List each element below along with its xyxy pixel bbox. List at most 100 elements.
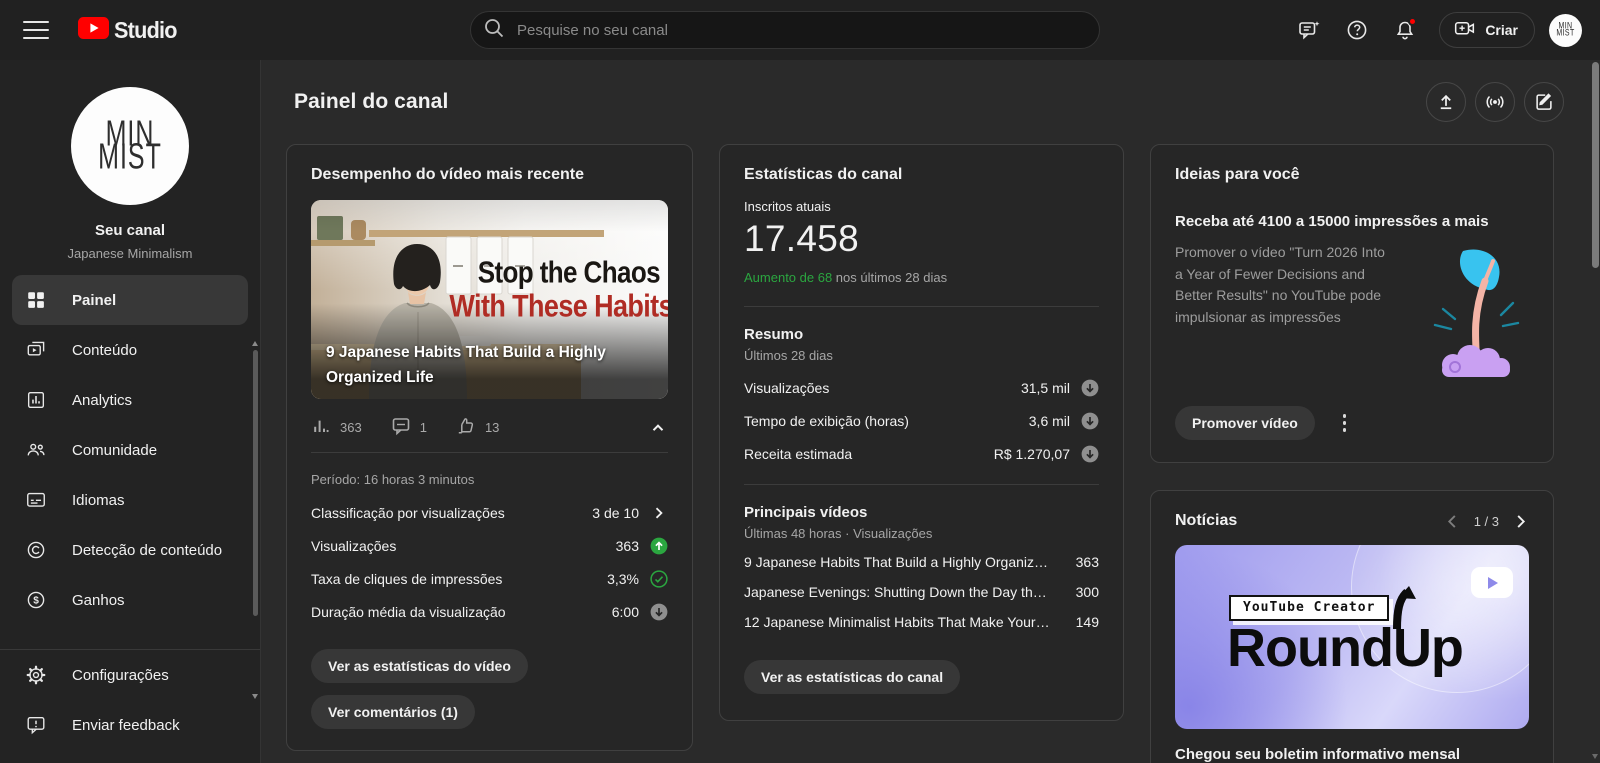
card-divider bbox=[744, 306, 1099, 307]
video-thumbnail[interactable]: Stop the Chaos With These Habits 9 Japan… bbox=[311, 200, 668, 399]
summary-period: Últimos 28 dias bbox=[744, 348, 833, 363]
kebab-menu-icon[interactable] bbox=[1339, 410, 1351, 436]
notifications-icon[interactable] bbox=[1385, 10, 1425, 50]
latest-video-card-title: Desempenho do vídeo mais recente bbox=[311, 166, 584, 183]
sidebar-item-idiomas[interactable]: Idiomas bbox=[12, 475, 248, 525]
page-body: MIN MIST Seu canal Japanese Minimalism P… bbox=[0, 60, 1600, 763]
ideas-actions: Promover vídeo bbox=[1175, 406, 1350, 440]
metric-row-ctr: Taxa de cliques de impressões 3,3% bbox=[311, 562, 668, 595]
subtitles-icon bbox=[24, 488, 48, 512]
help-icon[interactable] bbox=[1337, 10, 1377, 50]
summary-row-watchtime: Tempo de exibição (horas) 3,6 mil bbox=[744, 404, 1099, 437]
header-actions bbox=[1426, 82, 1564, 122]
comments-stat: 1 bbox=[391, 416, 427, 439]
send-feedback-icon[interactable] bbox=[1289, 10, 1329, 50]
top-videos-period: Últimas 48 horas · Visualizações bbox=[744, 526, 933, 541]
collapse-chevron-up-icon[interactable] bbox=[648, 418, 668, 438]
promote-video-button[interactable]: Promover vídeo bbox=[1175, 406, 1315, 440]
view-comments-button[interactable]: Ver comentários (1) bbox=[311, 695, 475, 729]
views-stat: 363 bbox=[311, 416, 362, 439]
svg-text:$: $ bbox=[33, 596, 39, 607]
create-button[interactable]: Criar bbox=[1439, 12, 1535, 48]
channel-stats-title: Estatísticas do canal bbox=[744, 166, 903, 183]
sidebar-footer-nav: Configurações Enviar feedback bbox=[0, 650, 260, 750]
sprout-illustration bbox=[1425, 245, 1525, 392]
page-scroll-down-icon[interactable] bbox=[1592, 754, 1598, 759]
sidebar-item-painel[interactable]: Painel bbox=[12, 275, 248, 325]
dashboard-columns: Desempenho do vídeo mais recente Stop th… bbox=[286, 144, 1564, 763]
card-divider bbox=[311, 452, 668, 453]
thumbnail-video-title: 9 Japanese Habits That Build a Highly Or… bbox=[326, 344, 606, 386]
create-label: Criar bbox=[1485, 22, 1518, 38]
thumbnail-headline-black: Stop the Chaos bbox=[477, 254, 661, 290]
news-pagination: 1 / 3 bbox=[1444, 513, 1529, 530]
content-icon bbox=[24, 338, 48, 362]
sidebar-scrollbar[interactable] bbox=[253, 350, 258, 616]
edit-button[interactable] bbox=[1524, 82, 1564, 122]
summary-row-views: Visualizações 31,5 mil bbox=[744, 371, 1099, 404]
channel-stats-card: Estatísticas do canal Inscritos atuais 1… bbox=[719, 144, 1124, 721]
video-metrics: Classificação por visualizações 3 de 10 … bbox=[311, 496, 668, 628]
likes-stat: 13 bbox=[456, 416, 499, 439]
top-video-row[interactable]: 12 Japanese Minimalist Habits That Make … bbox=[744, 607, 1099, 637]
top-video-row[interactable]: Japanese Evenings: Shutting Down the Day… bbox=[744, 577, 1099, 607]
sidebar-scroll-up-icon[interactable] bbox=[252, 341, 258, 346]
subscribers-label: Inscritos atuais bbox=[744, 199, 831, 214]
thumbs-up-icon bbox=[456, 416, 476, 439]
channel-name: Japanese Minimalism bbox=[67, 246, 193, 261]
sidebar-item-feedback[interactable]: Enviar feedback bbox=[12, 700, 248, 750]
topbar: Studio Criar bbox=[0, 0, 1600, 60]
news-title: Notícias bbox=[1175, 512, 1238, 529]
news-page-indicator: 1 / 3 bbox=[1473, 513, 1499, 529]
sidebar-item-ganhos[interactable]: $ Ganhos bbox=[12, 575, 248, 625]
top-videos-list: 9 Japanese Habits That Build a Highly Or… bbox=[744, 547, 1099, 637]
ideas-card-title: Ideias para você bbox=[1175, 166, 1300, 183]
trend-down-icon bbox=[650, 603, 668, 621]
sidebar-item-analytics[interactable]: Analytics bbox=[12, 375, 248, 425]
go-live-button[interactable] bbox=[1475, 82, 1515, 122]
main-content: Painel do canal Desempenho do vídeo mais… bbox=[261, 60, 1600, 763]
page-title: Painel do canal bbox=[294, 90, 449, 113]
channel-analytics-button[interactable]: Ver as estatísticas do canal bbox=[744, 660, 961, 694]
ideas-body-text: Promover o vídeo "Turn 2026 Into a Year … bbox=[1175, 244, 1385, 325]
account-avatar[interactable]: MIN MIST bbox=[1549, 13, 1582, 47]
sidebar-item-configuracoes[interactable]: Configurações bbox=[12, 650, 248, 700]
banner-badge: YouTube Creator bbox=[1229, 595, 1390, 621]
period-label: Período: 16 horas 3 minutos bbox=[311, 472, 475, 487]
page-scrollbar[interactable] bbox=[1592, 62, 1599, 268]
video-stats-row: 363 1 13 bbox=[311, 416, 668, 439]
news-banner[interactable]: YouTube Creator RoundUp bbox=[1175, 545, 1529, 729]
upload-video-button[interactable] bbox=[1426, 82, 1466, 122]
summary-row-revenue: Receita estimada R$ 1.270,07 bbox=[744, 437, 1099, 470]
chevron-right-icon[interactable] bbox=[1512, 513, 1529, 530]
analytics-icon bbox=[24, 388, 48, 412]
comment-icon bbox=[391, 416, 411, 439]
sidebar-item-conteudo[interactable]: Conteúdo bbox=[12, 325, 248, 375]
channel-avatar[interactable]: MIN MIST bbox=[71, 87, 189, 205]
search-input[interactable] bbox=[517, 21, 1087, 39]
top-video-row[interactable]: 9 Japanese Habits That Build a Highly Or… bbox=[744, 547, 1099, 577]
trend-up-icon bbox=[650, 537, 668, 555]
menu-icon[interactable] bbox=[23, 21, 49, 39]
video-analytics-button[interactable]: Ver as estatísticas do vídeo bbox=[311, 649, 528, 683]
ideas-headline: Receba até 4100 a 15000 impressões a mai… bbox=[1175, 213, 1489, 230]
dashboard-icon bbox=[24, 288, 48, 312]
youtube-play-badge-icon bbox=[1471, 567, 1513, 598]
chevron-left-icon[interactable] bbox=[1444, 513, 1461, 530]
studio-logo[interactable]: Studio bbox=[78, 16, 181, 44]
search-icon bbox=[483, 17, 505, 44]
metric-row-rank[interactable]: Classificação por visualizações 3 de 10 bbox=[311, 496, 668, 529]
top-videos-title: Principais vídeos bbox=[744, 504, 868, 521]
metric-row-duration: Duração média da visualização 6:00 bbox=[311, 595, 668, 628]
summary-rows: Visualizações 31,5 mil Tempo de exibição… bbox=[744, 371, 1099, 470]
trend-down-icon bbox=[1081, 445, 1099, 463]
chevron-right-icon bbox=[650, 504, 668, 522]
youtube-studio-app: Studio Criar bbox=[0, 0, 1600, 763]
sidebar: MIN MIST Seu canal Japanese Minimalism P… bbox=[0, 60, 261, 763]
check-circle-icon bbox=[650, 569, 668, 588]
ideas-card: Ideias para você Receba até 4100 a 15000… bbox=[1150, 144, 1554, 463]
sidebar-item-deteccao[interactable]: Detecção de conteúdo bbox=[12, 525, 248, 575]
sidebar-scroll-down-icon[interactable] bbox=[252, 694, 258, 699]
card-divider bbox=[744, 484, 1099, 485]
sidebar-item-comunidade[interactable]: Comunidade bbox=[12, 425, 248, 475]
